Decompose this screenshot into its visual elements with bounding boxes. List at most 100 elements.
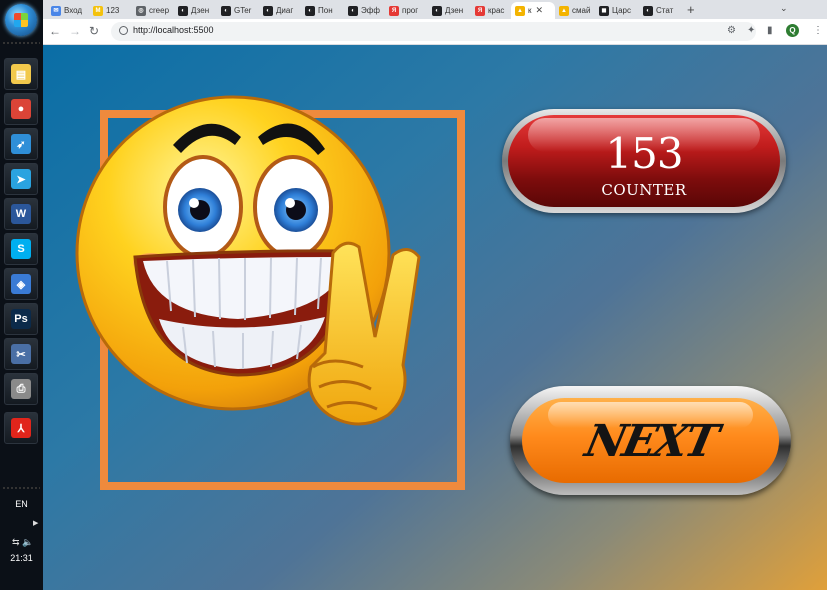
next-button-label[interactable]: NEXT bbox=[522, 416, 779, 467]
smiley-image bbox=[75, 95, 421, 426]
tab-favicon-icon: ✉ bbox=[51, 5, 61, 16]
profile-avatar[interactable]: Q bbox=[786, 24, 799, 37]
tab-favicon-icon: ◐ bbox=[432, 5, 442, 16]
forward-button[interactable]: → bbox=[69, 24, 81, 38]
flight-app-icon: ➶ bbox=[11, 134, 31, 154]
tab-title: 123 bbox=[106, 6, 120, 15]
tab-title: creep bbox=[149, 6, 170, 15]
taskbar-divider bbox=[3, 487, 40, 489]
start-button[interactable] bbox=[5, 4, 37, 36]
counter-label: COUNTER bbox=[601, 181, 687, 199]
tab-favicon-icon: ◐ bbox=[643, 5, 653, 16]
telegram-icon: ➤ bbox=[11, 169, 31, 189]
side-panel-icon[interactable]: ▮ bbox=[767, 25, 773, 36]
tab-active[interactable]: ▲ к ✕ bbox=[511, 2, 555, 19]
page-viewport: 153 COUNTER NEXT bbox=[43, 45, 827, 590]
taskbar-divider bbox=[3, 42, 40, 44]
counter-display: 153 COUNTER bbox=[502, 109, 786, 213]
windows-logo-icon bbox=[14, 13, 28, 27]
tab-title: Эфф bbox=[361, 6, 380, 15]
tab-search-button[interactable]: ⌄ bbox=[780, 3, 788, 14]
counter-face: 153 COUNTER bbox=[508, 115, 780, 207]
acrobat-icon: ⅄ bbox=[11, 418, 31, 438]
tab-title: Диаг bbox=[276, 6, 294, 15]
tab-title: GTer bbox=[234, 6, 252, 15]
new-tab-button[interactable]: + bbox=[687, 2, 695, 17]
windows-taskbar: ▤ ● ➶ ➤ W S ◈ Ps ✂ ⎙ ⅄ EN ▶ ⇆ 🔈 21:31 bbox=[0, 0, 43, 590]
tab-title: Вход bbox=[64, 6, 83, 15]
taskbar-app-photoshop[interactable]: Ps bbox=[4, 303, 38, 335]
volume-icon[interactable]: 🔈 bbox=[22, 537, 33, 547]
tab-title: Дзен bbox=[191, 6, 210, 15]
menu-icon[interactable]: ⋮ bbox=[813, 25, 823, 36]
taskbar-app-chrome[interactable]: ● bbox=[4, 93, 38, 125]
browser-tab[interactable]: ◐ GTer bbox=[217, 2, 259, 19]
counter-value: 153 bbox=[605, 129, 683, 178]
browser-toolbar: ← → ↻ http://localhost:5500 ⚙ ✦ ▮ Q ⋮ bbox=[43, 19, 827, 45]
address-bar[interactable]: http://localhost:5500 bbox=[111, 22, 756, 41]
word-icon: W bbox=[11, 204, 31, 224]
browser-tab[interactable]: ▲ смай bbox=[555, 2, 597, 19]
tab-favicon-icon: Я bbox=[389, 5, 399, 16]
chrome-icon: ● bbox=[11, 99, 31, 119]
url-text[interactable]: http://localhost:5500 bbox=[133, 25, 214, 35]
tab-title: Царс bbox=[612, 6, 631, 15]
browser-tab-strip: ✉ Вход M 123 ◎ creep ◐ Дзен ◐ GTer ◐ Диаг ◐ Пон ◐ Эфф Яп… bbox=[43, 0, 827, 19]
tools-icon: ✂ bbox=[11, 344, 31, 364]
extensions-icon[interactable]: ✦ bbox=[747, 25, 755, 36]
taskbar-app-tools[interactable]: ✂ bbox=[4, 338, 38, 370]
back-button[interactable]: ← bbox=[49, 24, 61, 38]
translate-icon[interactable]: ⚙ bbox=[727, 25, 736, 36]
tab-favicon-icon: ◐ bbox=[178, 5, 188, 16]
tray-icons[interactable]: ⇆ 🔈 bbox=[12, 537, 33, 548]
taskbar-app-skype[interactable]: S bbox=[4, 233, 38, 265]
taskbar-app-flight-app[interactable]: ➶ bbox=[4, 128, 38, 160]
browser-tab[interactable]: ◐ Эфф bbox=[344, 2, 386, 19]
tab-favicon-icon: ▲ bbox=[559, 5, 569, 16]
photoshop-icon: Ps bbox=[11, 309, 31, 329]
browser-tab[interactable]: ◼ Царс bbox=[595, 2, 637, 19]
file-manager-icon: ▤ bbox=[11, 64, 31, 84]
tab-title: прог bbox=[402, 6, 419, 15]
tab-title: к bbox=[528, 6, 532, 15]
browser-tab[interactable]: ◐ Дзен bbox=[428, 2, 470, 19]
reload-button[interactable]: ↻ bbox=[89, 24, 99, 38]
printer-icon: ⎙ bbox=[11, 379, 31, 399]
skype-icon: S bbox=[11, 239, 31, 259]
next-button-face[interactable]: NEXT bbox=[522, 398, 779, 483]
tab-close-icon[interactable]: ✕ bbox=[536, 5, 544, 16]
tab-favicon-icon: ◼ bbox=[599, 5, 609, 16]
taskbar-app-printer[interactable]: ⎙ bbox=[4, 373, 38, 405]
taskbar-app-acrobat[interactable]: ⅄ bbox=[4, 412, 38, 444]
tray-expand-icon[interactable]: ▶ bbox=[33, 519, 38, 527]
tab-favicon-icon: Я bbox=[475, 5, 485, 16]
tab-title: крас bbox=[488, 6, 505, 15]
browser-tab[interactable]: ◐ Дзен bbox=[174, 2, 216, 19]
taskbar-app-file-manager[interactable]: ▤ bbox=[4, 58, 38, 90]
browser-tab[interactable]: ✉ Вход bbox=[47, 2, 89, 19]
language-indicator[interactable]: EN bbox=[0, 499, 43, 509]
tab-title: Стат bbox=[656, 6, 674, 15]
browser-tab[interactable]: ◎ creep bbox=[132, 2, 174, 19]
tab-title: смай bbox=[572, 6, 591, 15]
browser-tab[interactable]: ◐ Диаг bbox=[259, 2, 301, 19]
tab-title: Пон bbox=[318, 6, 333, 15]
browser-tab[interactable]: Япрог bbox=[385, 2, 427, 19]
browser-tab[interactable]: Якрас bbox=[471, 2, 513, 19]
tab-favicon-icon: ◎ bbox=[136, 5, 146, 16]
site-info-icon[interactable] bbox=[119, 26, 128, 35]
system-clock[interactable]: 21:31 bbox=[0, 553, 43, 563]
browser-tab[interactable]: ◐ Пон bbox=[301, 2, 343, 19]
browser-tab[interactable]: M 123 bbox=[89, 2, 131, 19]
taskbar-app-telegram[interactable]: ➤ bbox=[4, 163, 38, 195]
tab-favicon-icon: ◐ bbox=[348, 5, 358, 16]
next-button[interactable]: NEXT bbox=[510, 386, 791, 495]
network-icon[interactable]: ⇆ bbox=[12, 537, 20, 547]
taskbar-app-kompas[interactable]: ◈ bbox=[4, 268, 38, 300]
tab-favicon-icon: ◐ bbox=[263, 5, 273, 16]
tab-favicon-icon: M bbox=[93, 5, 103, 16]
tab-favicon-icon: ◐ bbox=[305, 5, 315, 16]
browser-tab[interactable]: ◐ Стат bbox=[639, 2, 681, 19]
tab-favicon-icon: ◐ bbox=[221, 5, 231, 16]
taskbar-app-word[interactable]: W bbox=[4, 198, 38, 230]
